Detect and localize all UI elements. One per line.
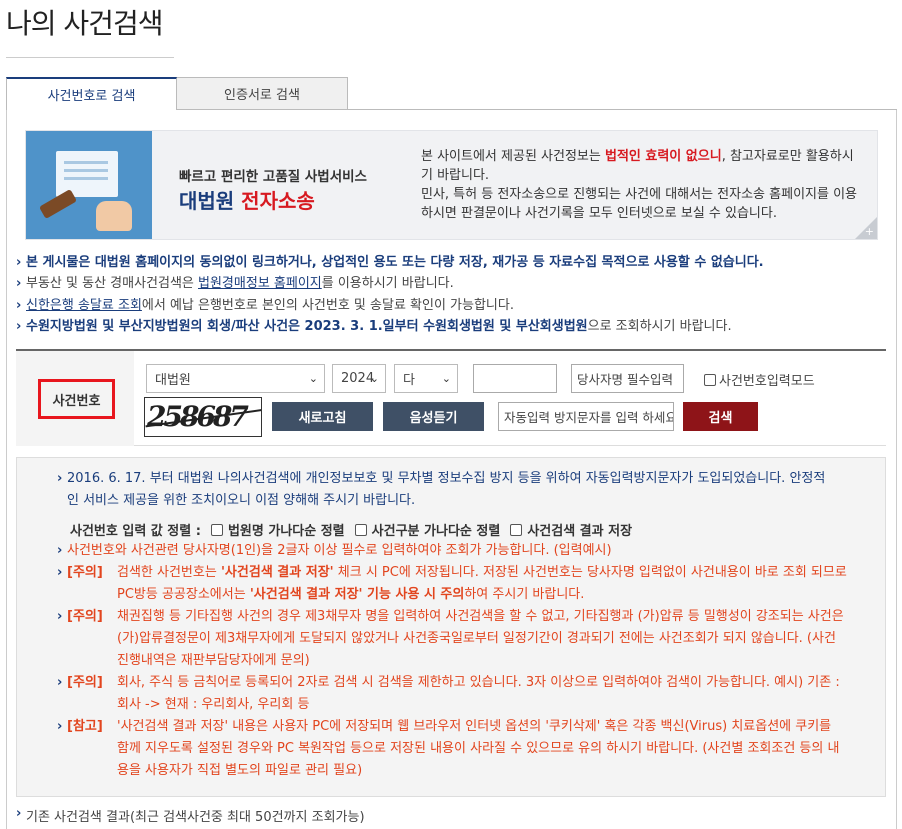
shinhan-fee-link[interactable]: 신한은행 송달료 조회 bbox=[26, 298, 142, 313]
sort-opt-label: 법원명 가나다순 정렬 bbox=[227, 524, 345, 539]
tab-certificate[interactable]: 인증서로 검색 bbox=[177, 77, 348, 110]
sort-options: 사건번호 입력 값 정렬 : 법원명 가나다순 정렬 사건구분 가나다순 정렬 … bbox=[57, 520, 885, 539]
notice-item: 신한은행 송달료 조회에서 예납 은행번호로 본인의 사건번호 및 송달료 확인… bbox=[16, 295, 886, 317]
save-results-checkbox[interactable]: 사건검색 결과 저장 bbox=[510, 520, 632, 539]
guide-tag: [주의] bbox=[67, 675, 103, 690]
case-type-value: 다 bbox=[403, 373, 415, 388]
refresh-captcha-button[interactable]: 새로고침 bbox=[272, 402, 373, 431]
chevron-down-icon: ⌄ bbox=[441, 372, 451, 385]
captcha-intro-text: 2016. 6. 17. 부터 대법원 나의사건검색에 개인정보보호 및 무차별… bbox=[57, 468, 827, 512]
checkbox-icon bbox=[704, 373, 716, 386]
banner-illustration bbox=[26, 131, 152, 239]
brand-ecourt: 전자소송 bbox=[241, 189, 315, 213]
captcha-text: 258687 bbox=[147, 400, 249, 433]
input-mode-label: 사건번호입력모드 bbox=[719, 374, 815, 389]
case-type-select[interactable]: 다 ⌄ bbox=[394, 364, 458, 393]
ecourt-banner[interactable]: 빠르고 편리한 고품질 사법서비스 대법원 전자소송 본 사이트에서 제공된 사… bbox=[25, 130, 878, 240]
thumbs-up-icon bbox=[96, 201, 132, 231]
guide-text: 채권집행 등 기타집행 사건의 경우 제3채무자 명을 입력하여 사건검색을 할… bbox=[117, 609, 844, 668]
guide-item: [주의] 검색한 사건번호는 '사건검색 결과 저장' 체크 시 PC에 저장됩니… bbox=[57, 562, 885, 606]
guide-text-part: 검색한 사건번호는 bbox=[117, 565, 221, 580]
sort-opt-label: 사건검색 결과 저장 bbox=[527, 524, 633, 539]
checkbox-icon bbox=[210, 523, 223, 536]
guide-item: [참고] '사건검색 결과 저장' 내용은 사용자 PC에 저장되며 웹 브라우저… bbox=[57, 716, 885, 782]
tab-divider bbox=[336, 109, 897, 110]
case-number-input[interactable] bbox=[473, 364, 557, 393]
chevron-down-icon: ⌄ bbox=[308, 372, 318, 385]
banner-description: 본 사이트에서 제공된 사건정보는 법적인 효력이 없으니, 참고자료로만 활용… bbox=[421, 147, 861, 223]
guide-text: 검색한 사건번호는 '사건검색 결과 저장' 체크 시 PC에 저장됩니다. 저… bbox=[117, 562, 847, 606]
document-icon bbox=[56, 151, 118, 197]
court-select[interactable]: 대법원 ⌄ bbox=[146, 364, 325, 393]
notice-text: 으로 조회하시기 바랍니다. bbox=[587, 318, 732, 334]
chevron-down-icon: ⌄ bbox=[369, 372, 379, 385]
guide-box: 2016. 6. 17. 부터 대법원 나의사건검색에 개인정보보호 및 무차별… bbox=[16, 457, 886, 797]
sort-case-type-checkbox[interactable]: 사건구분 가나다순 정렬 bbox=[354, 520, 501, 539]
sort-label: 사건번호 입력 값 정렬 : bbox=[70, 524, 201, 539]
notice-text-bold: 수원지방법원 및 부산지방법원의 회생/파산 사건은 2023. 3. 1.일부… bbox=[26, 318, 588, 334]
banner-text-1: 본 사이트에서 제공된 사건정보는 bbox=[421, 149, 605, 164]
search-form: 사건번호 대법원 ⌄ 2024 ⌄ 다 ⌄ 당사자명 필수입력 사건번호입력모드… bbox=[16, 349, 886, 446]
panel-border bbox=[896, 110, 897, 829]
notice-text: 에서 예납 은행번호로 본인의 사건번호 및 송달료 확인이 가능합니다. bbox=[141, 297, 514, 313]
previous-results-heading: 기존 사건검색 결과(최근 검색사건중 최대 50건까지 조회가능) bbox=[16, 806, 365, 825]
tab-case-number[interactable]: 사건번호로 검색 bbox=[6, 77, 177, 110]
search-tabs: 사건번호로 검색 인증서로 검색 bbox=[6, 77, 348, 110]
checkbox-icon bbox=[510, 523, 523, 536]
guide-item: [주의] 회사, 주식 등 금칙어로 등록되어 2자로 검색 시 검색을 제한하고… bbox=[57, 672, 885, 716]
notice-item: 본 게시물은 대법원 홈페이지의 동의없이 링크하거나, 상업적인 용도 또는 … bbox=[16, 252, 886, 274]
guide-tag: [주의] bbox=[67, 609, 103, 624]
banner-subtitle: 빠르고 편리한 고품질 사법서비스 bbox=[179, 169, 367, 185]
notice-item: 부동산 및 동산 경매사건검색은 법원경매정보 홈페이지를 이용하시기 바랍니다… bbox=[16, 273, 886, 295]
captcha-image: 258687 bbox=[144, 397, 262, 437]
auction-site-link[interactable]: 법원경매정보 홈페이지 bbox=[198, 276, 322, 291]
notice-text: 부동산 및 동산 경매사건검색은 bbox=[26, 276, 199, 292]
case-number-label: 사건번호 bbox=[38, 379, 115, 419]
guide-text-bold: '사건검색 결과 저장' 기능 사용 시 주의 bbox=[249, 587, 465, 602]
guide-text: '사건검색 결과 저장' 내용은 사용자 PC에 저장되며 웹 브라우저 인터넷… bbox=[117, 719, 840, 778]
search-button[interactable]: 검색 bbox=[683, 402, 758, 431]
plus-icon: + bbox=[864, 225, 874, 238]
guide-text: 회사, 주식 등 금칙어로 등록되어 2자로 검색 시 검색을 제한하고 있습니… bbox=[117, 675, 840, 712]
notice-list: 본 게시물은 대법원 홈페이지의 동의없이 링크하거나, 상업적인 용도 또는 … bbox=[16, 252, 886, 337]
sort-opt-label: 사건구분 가나다순 정렬 bbox=[371, 524, 501, 539]
guide-text-part: 하여 주시기 바랍니다. bbox=[464, 587, 585, 602]
page-title: 나의 사건검색 bbox=[6, 7, 163, 40]
banner-text-emphasis: 법적인 효력이 없으니 bbox=[604, 149, 722, 164]
guide-text-bold: '사건검색 결과 저장' bbox=[220, 565, 334, 580]
court-select-value: 대법원 bbox=[155, 373, 191, 388]
captcha-input[interactable]: 자동입력 방지문자를 입력 하세요 bbox=[498, 402, 674, 431]
audio-captcha-button[interactable]: 음성듣기 bbox=[383, 402, 484, 431]
banner-text-3: 민사, 특허 등 전자소송으로 진행되는 사건에 대해서는 전자소송 홈페이지를… bbox=[421, 187, 858, 221]
checkbox-icon bbox=[354, 523, 367, 536]
guide-item: 사건번호와 사건관련 당사자명(1인)을 2글자 이상 필수로 입력하여야 조회… bbox=[57, 540, 885, 562]
year-select[interactable]: 2024 ⌄ bbox=[332, 364, 386, 393]
guide-item: [주의] 채권집행 등 기타집행 사건의 경우 제3채무자 명을 입력하여 사건검… bbox=[57, 606, 885, 672]
sort-court-name-checkbox[interactable]: 법원명 가나다순 정렬 bbox=[210, 520, 345, 539]
input-mode-checkbox[interactable]: 사건번호입력모드 bbox=[704, 370, 815, 389]
banner-brand: 대법원 전자소송 bbox=[179, 185, 315, 214]
panel-border bbox=[6, 110, 7, 829]
brand-supreme-court: 대법원 bbox=[179, 189, 235, 213]
guide-tag: [참고] bbox=[67, 719, 103, 734]
notice-item: 수원지방법원 및 부산지방법원의 회생/파산 사건은 2023. 3. 1.일부… bbox=[16, 316, 886, 338]
guide-tag: [주의] bbox=[67, 565, 103, 580]
title-divider bbox=[6, 57, 174, 58]
party-name-input[interactable]: 당사자명 필수입력 bbox=[571, 364, 684, 393]
notice-text: 를 이용하시기 바랍니다. bbox=[321, 276, 454, 292]
